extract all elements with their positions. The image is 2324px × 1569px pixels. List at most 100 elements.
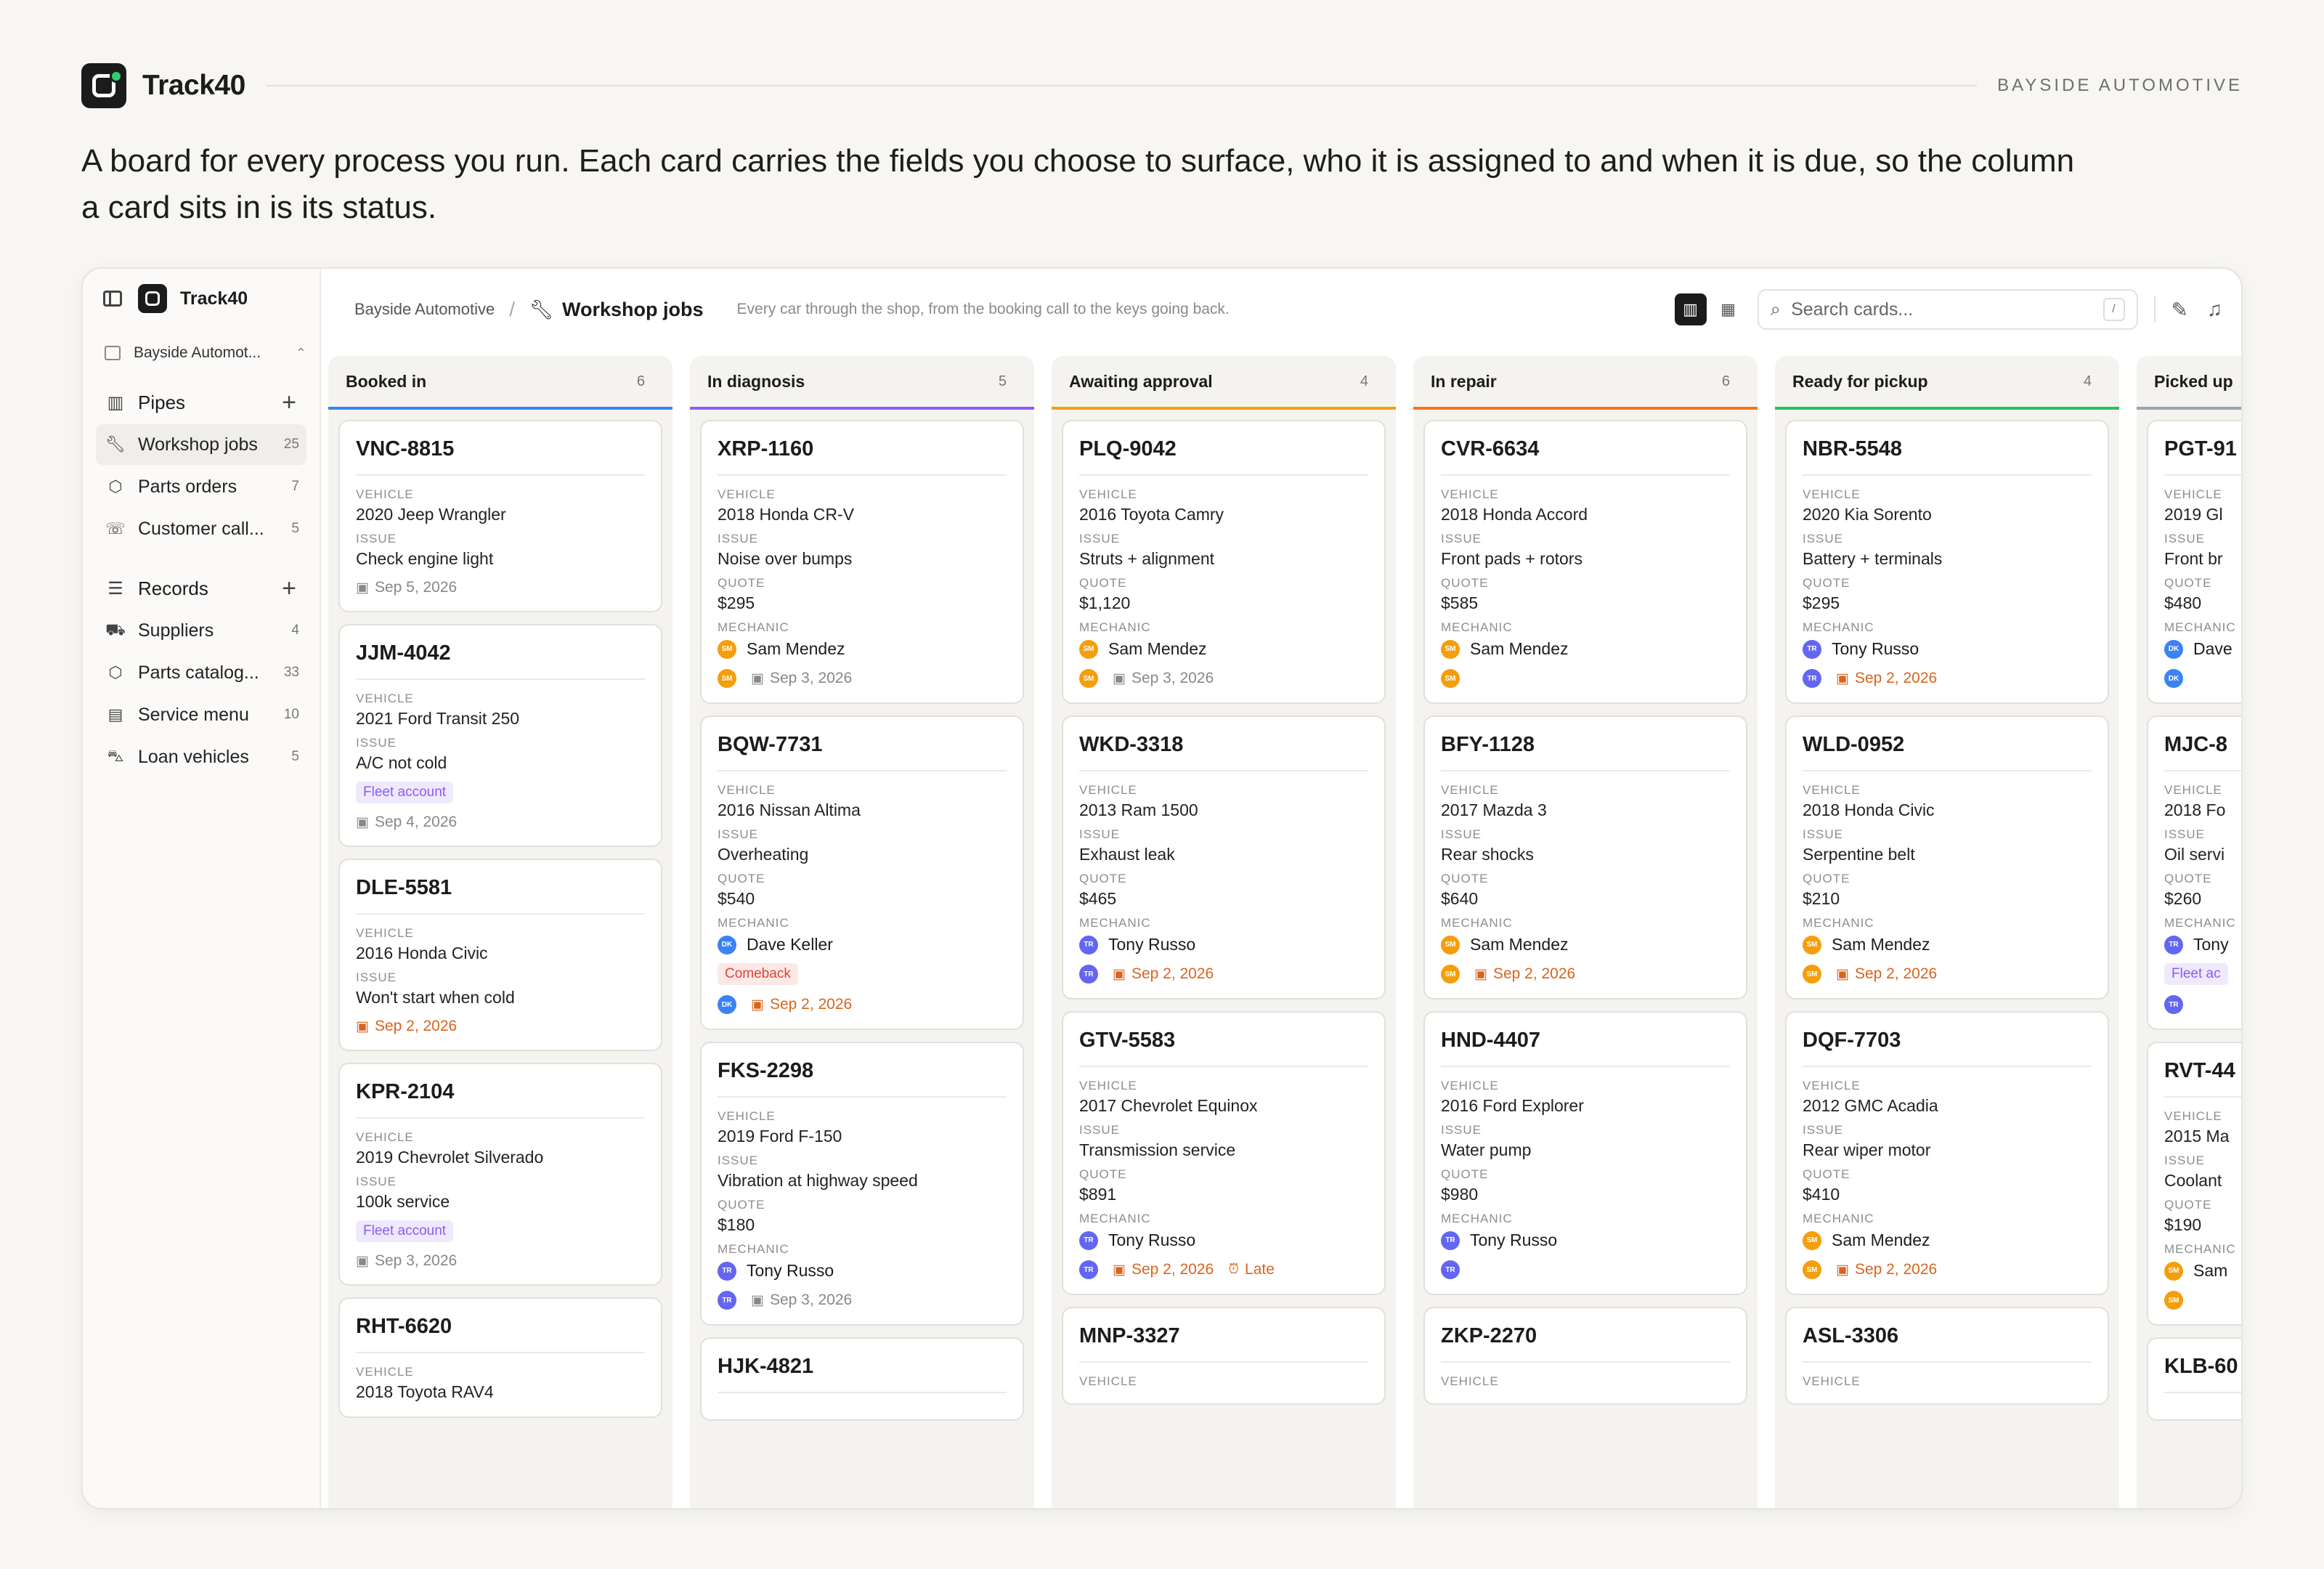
field-label-vehicle: VEHICLE: [1079, 783, 1137, 797]
mechanic-assignee[interactable]: SM Sam: [2164, 1261, 2241, 1281]
job-card[interactable]: FKS-2298 VEHICLE 2019 Ford F-150 ISSUE Vibra…: [700, 1042, 1024, 1326]
car-icon: ⛍: [107, 746, 124, 765]
column-count: 6: [636, 373, 645, 389]
mechanic-assignee[interactable]: TR Tony Russo: [1803, 639, 2092, 659]
job-card[interactable]: JJM-4042 VEHICLE 2021 Ford Transit 250 ISSU…: [338, 624, 662, 847]
card-footer: TR ▣ Sep 3, 2026: [718, 1291, 1007, 1310]
sidebar-item-service-menu[interactable]: ▤ Service menu 10: [96, 694, 306, 735]
field-value-issue: Vibration at highway speed: [718, 1171, 918, 1190]
job-card[interactable]: GTV-5583 VEHICLE 2017 Chevrolet Equinox ISS…: [1062, 1011, 1386, 1295]
field-label-quote: QUOTE: [718, 576, 765, 590]
sidebar-item-count: 25: [283, 437, 299, 452]
due-date: Sep 2, 2026: [1854, 670, 1938, 686]
mechanic-name: Tony Russo: [1832, 639, 1919, 658]
job-card[interactable]: BQW-7731 VEHICLE 2016 Nissan Altima ISSUE Ov…: [700, 715, 1024, 1030]
job-card[interactable]: WLD-0952 VEHICLE 2018 Honda Civic ISSUE Serp…: [1785, 715, 2109, 1000]
board-view-icon[interactable]: ▥: [1674, 293, 1707, 325]
mechanic-assignee[interactable]: TR Tony Russo: [1079, 935, 1368, 954]
sidebar-item-count: 33: [283, 665, 299, 680]
sidebar-item-label: Suppliers: [138, 620, 214, 641]
column-header[interactable]: In repair 6: [1413, 356, 1758, 410]
field-value-vehicle: 2018 Honda CR-V: [718, 505, 854, 524]
field-value-vehicle: 2018 Honda Civic: [1803, 800, 1935, 819]
card-footer: TR: [1441, 1260, 1730, 1279]
avatar: SM: [2164, 1261, 2183, 1281]
job-card[interactable]: HND-4407 VEHICLE 2016 Ford Explorer ISSUE Wa…: [1423, 1011, 1747, 1295]
sidebar-item-workshop-jobs[interactable]: 🔧︎ Workshop jobs 25: [96, 424, 306, 465]
mechanic-assignee[interactable]: DK Dave Keller: [718, 935, 1007, 954]
mechanic-assignee[interactable]: SM Sam Mendez: [1803, 935, 2092, 954]
calendar-icon: ▣: [1113, 966, 1126, 982]
mechanic-name: Sam Mendez: [1470, 935, 1569, 954]
card-plate-id: WKD-3318: [1079, 733, 1368, 771]
bell-icon[interactable]: ♫: [2207, 298, 2222, 321]
column-header[interactable]: Picked up: [2137, 356, 2241, 410]
field-label-vehicle: VEHICLE: [718, 1109, 776, 1123]
add-pipe-button[interactable]: +: [282, 390, 296, 415]
workspace-switcher[interactable]: Bayside Automot... ⌃: [105, 337, 306, 369]
field-label-mechanic: MECHANIC: [1079, 1212, 1151, 1225]
column-header[interactable]: Ready for pickup 4: [1775, 356, 2119, 410]
sidebar-item-parts-catalog[interactable]: ⬡ Parts catalog... 33: [96, 652, 306, 693]
mechanic-name: Tony Russo: [747, 1261, 834, 1280]
sidebar-item-count: 5: [291, 749, 299, 764]
mechanic-assignee[interactable]: SM Sam Mendez: [718, 639, 1007, 659]
breadcrumb-workspace[interactable]: Bayside Automotive: [354, 300, 495, 319]
mechanic-assignee[interactable]: TR Tony Russo: [1441, 1231, 1730, 1250]
job-card[interactable]: VNC-8815 VEHICLE 2020 Jeep Wrangler ISSUE Ch…: [338, 420, 662, 612]
track40-logo-icon: [81, 63, 126, 108]
job-card[interactable]: XRP-1160 VEHICLE 2018 Honda CR-V ISSUE Noise…: [700, 420, 1024, 704]
job-card[interactable]: MNP-3327 VEHICLE: [1062, 1307, 1386, 1405]
avatar: DK: [2164, 639, 2183, 659]
search-input[interactable]: ⌕ Search cards... /: [1757, 289, 2138, 330]
add-record-button[interactable]: +: [282, 576, 296, 601]
due-date: Sep 2, 2026: [1854, 1261, 1938, 1278]
search-shortcut: /: [2102, 298, 2125, 321]
column-header[interactable]: Awaiting approval 4: [1052, 356, 1396, 410]
mechanic-assignee[interactable]: SM Sam Mendez: [1441, 639, 1730, 659]
sidebar-item-suppliers[interactable]: ⛟ Suppliers 4: [96, 610, 306, 651]
field-label-issue: ISSUE: [356, 970, 397, 984]
table-view-icon[interactable]: ▦: [1712, 293, 1744, 325]
sidebar-toggle-icon[interactable]: [103, 291, 122, 307]
job-card[interactable]: KLB-60: [2147, 1337, 2241, 1421]
mechanic-assignee[interactable]: SM Sam Mendez: [1441, 935, 1730, 954]
job-card[interactable]: MJC-8 VEHICLE 2018 Fo ISSUE Oil servi QUOTE $2…: [2147, 715, 2241, 1030]
column-title: Awaiting approval: [1069, 371, 1213, 391]
job-card[interactable]: RHT-6620 VEHICLE 2018 Toyota RAV4: [338, 1297, 662, 1418]
column-header[interactable]: Booked in 6: [328, 356, 673, 410]
job-card[interactable]: PGT-91 VEHICLE 2019 Gl ISSUE Front br QUOTE $4…: [2147, 420, 2241, 704]
job-card[interactable]: KPR-2104 VEHICLE 2019 Chevrolet Silverado I…: [338, 1063, 662, 1286]
job-card[interactable]: DQF-7703 VEHICLE 2012 GMC Acadia ISSUE Rear …: [1785, 1011, 2109, 1295]
mechanic-assignee[interactable]: TR Tony: [2164, 935, 2241, 954]
job-card[interactable]: BFY-1128 VEHICLE 2017 Mazda 3 ISSUE Rear sho…: [1423, 715, 1747, 1000]
job-card[interactable]: RVT-44 VEHICLE 2015 Ma ISSUE Coolant QUOTE $19…: [2147, 1042, 2241, 1326]
job-card[interactable]: DLE-5581 VEHICLE 2016 Honda Civic ISSUE Won'…: [338, 859, 662, 1051]
mechanic-assignee[interactable]: SM Sam Mendez: [1079, 639, 1368, 659]
field-value-vehicle: 2016 Ford Explorer: [1441, 1096, 1584, 1115]
column-title: In diagnosis: [707, 371, 805, 391]
mechanic-assignee[interactable]: SM Sam Mendez: [1803, 1231, 2092, 1250]
job-card[interactable]: HJK-4821: [700, 1337, 1024, 1421]
job-card[interactable]: PLQ-9042 VEHICLE 2016 Toyota Camry ISSUE Str…: [1062, 420, 1386, 704]
job-card[interactable]: ZKP-2270 VEHICLE: [1423, 1307, 1747, 1405]
sidebar-item-customer-call[interactable]: ☏ Customer call... 5: [96, 508, 306, 549]
mechanic-assignee[interactable]: TR Tony Russo: [718, 1261, 1007, 1281]
job-card[interactable]: NBR-5548 VEHICLE 2020 Kia Sorento ISSUE Batt…: [1785, 420, 2109, 704]
job-card[interactable]: CVR-6634 VEHICLE 2018 Honda Accord ISSUE Fro…: [1423, 420, 1747, 704]
mechanic-name: Tony: [2193, 935, 2229, 954]
sidebar-item-parts-orders[interactable]: ⬡ Parts orders 7: [96, 466, 306, 507]
field-label-issue: ISSUE: [356, 1175, 397, 1188]
job-card[interactable]: ASL-3306 VEHICLE: [1785, 1307, 2109, 1405]
mechanic-name: Tony Russo: [1470, 1231, 1558, 1249]
field-label-quote: QUOTE: [1079, 872, 1127, 885]
mechanic-assignee[interactable]: TR Tony Russo: [1079, 1231, 1368, 1250]
pipes-label: Pipes: [138, 391, 186, 413]
sidebar-item-count: 10: [283, 707, 299, 722]
column-header[interactable]: In diagnosis 5: [690, 356, 1034, 410]
mechanic-assignee[interactable]: DK Dave: [2164, 639, 2241, 659]
edit-icon[interactable]: ✎: [2171, 298, 2188, 322]
job-card[interactable]: WKD-3318 VEHICLE 2013 Ram 1500 ISSUE Exhaust…: [1062, 715, 1386, 1000]
chevron-updown-icon: ⌃: [295, 345, 306, 360]
sidebar-item-loan-vehicles[interactable]: ⛍ Loan vehicles 5: [96, 737, 306, 777]
